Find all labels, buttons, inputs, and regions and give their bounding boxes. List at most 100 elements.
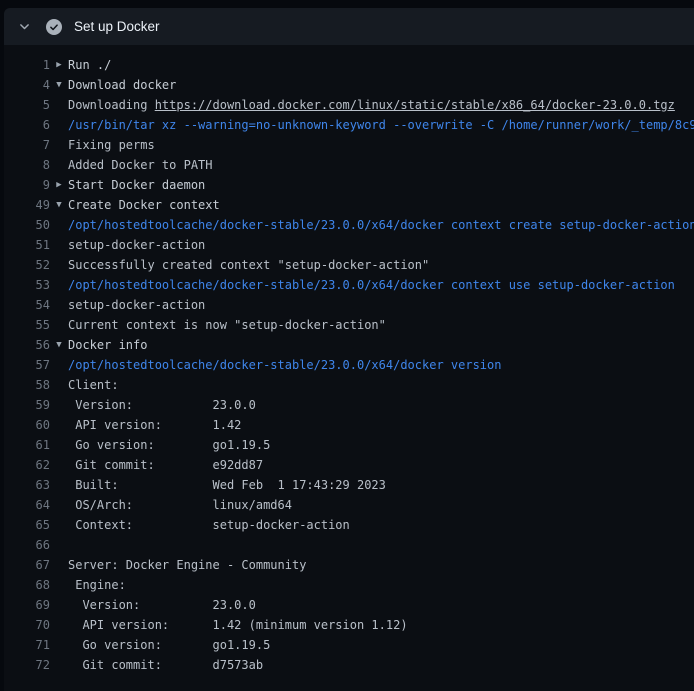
log-group-row[interactable]: 4▼Download docker (4, 75, 694, 95)
log-line: 68 Engine: (4, 575, 694, 595)
disclosure-collapsed-icon[interactable]: ▶ (50, 55, 68, 75)
log-text: Context: setup-docker-action (68, 515, 350, 535)
log-line: 63 Built: Wed Feb 1 17:43:29 2023 (4, 475, 694, 495)
log-area: 1▶Run ./4▼Download docker5Downloading ht… (4, 45, 694, 691)
gutter-spacer (50, 595, 68, 615)
line-number[interactable]: 60 (4, 415, 50, 435)
gutter-spacer (50, 435, 68, 455)
line-number[interactable]: 50 (4, 215, 50, 235)
line-number[interactable]: 63 (4, 475, 50, 495)
gutter-spacer (50, 535, 68, 555)
disclosure-collapsed-icon[interactable]: ▶ (50, 175, 68, 195)
log-text: Run ./ (68, 55, 111, 75)
log-text: Built: Wed Feb 1 17:43:29 2023 (68, 475, 386, 495)
log-text: Create Docker context (68, 195, 220, 215)
gutter-spacer (50, 615, 68, 635)
gutter-spacer (50, 415, 68, 435)
gutter-spacer (50, 455, 68, 475)
log-text: Downloading https://download.docker.com/… (68, 95, 675, 115)
log-text: Engine: (68, 575, 126, 595)
line-number[interactable]: 5 (4, 95, 50, 115)
line-number[interactable]: 7 (4, 135, 50, 155)
gutter-spacer (50, 235, 68, 255)
gutter-spacer (50, 355, 68, 375)
disclosure-expanded-icon[interactable]: ▼ (50, 335, 68, 355)
log-text: Version: 23.0.0 (68, 595, 256, 615)
log-text: Added Docker to PATH (68, 155, 213, 175)
line-number[interactable]: 67 (4, 555, 50, 575)
line-number[interactable]: 52 (4, 255, 50, 275)
line-number[interactable]: 55 (4, 315, 50, 335)
line-number[interactable]: 68 (4, 575, 50, 595)
gutter-spacer (50, 515, 68, 535)
step-header[interactable]: Set up Docker (4, 8, 694, 45)
line-number[interactable]: 54 (4, 295, 50, 315)
line-number[interactable]: 70 (4, 615, 50, 635)
gutter-spacer (50, 375, 68, 395)
log-text: API version: 1.42 (68, 415, 241, 435)
log-line: 58 Client: (4, 375, 694, 395)
log-text: Successfully created context "setup-dock… (68, 255, 429, 275)
line-number[interactable]: 51 (4, 235, 50, 255)
disclosure-expanded-icon[interactable]: ▼ (50, 195, 68, 215)
log-line: 57/opt/hostedtoolcache/docker-stable/23.… (4, 355, 694, 375)
line-number[interactable]: 64 (4, 495, 50, 515)
log-line: 70 API version: 1.42 (minimum version 1.… (4, 615, 694, 635)
log-link[interactable]: https://download.docker.com/linux/static… (155, 98, 675, 112)
gutter-spacer (50, 295, 68, 315)
line-number[interactable]: 57 (4, 355, 50, 375)
line-number[interactable]: 72 (4, 655, 50, 675)
log-text: Version: 23.0.0 (68, 395, 256, 415)
line-number[interactable]: 56 (4, 335, 50, 355)
step-container: Set up Docker 1▶Run ./4▼Download docker5… (4, 8, 694, 691)
log-text: Git commit: e92dd87 (68, 455, 263, 475)
line-number[interactable]: 59 (4, 395, 50, 415)
log-text: Server: Docker Engine - Community (68, 555, 306, 575)
log-command-text: /opt/hostedtoolcache/docker-stable/23.0.… (68, 275, 675, 295)
log-text: Client: (68, 375, 119, 395)
log-line: 52 Successfully created context "setup-do… (4, 255, 694, 275)
gutter-spacer (50, 115, 68, 135)
log-text: Git commit: d7573ab (68, 655, 263, 675)
log-group-row[interactable]: 1▶Run ./ (4, 55, 694, 75)
line-number[interactable]: 4 (4, 75, 50, 95)
log-line: 8 Added Docker to PATH (4, 155, 694, 175)
log-line: 60 API version: 1.42 (4, 415, 694, 435)
log-group-row[interactable]: 49▼Create Docker context (4, 195, 694, 215)
log-text: Current context is now "setup-docker-act… (68, 315, 386, 335)
log-line: 51setup-docker-action (4, 235, 694, 255)
disclosure-expanded-icon[interactable]: ▼ (50, 75, 68, 95)
line-number[interactable]: 62 (4, 455, 50, 475)
log-line: 67 Server: Docker Engine - Community (4, 555, 694, 575)
log-command-text: /usr/bin/tar xz --warning=no-unknown-key… (68, 115, 694, 135)
log-line: 69 Version: 23.0.0 (4, 595, 694, 615)
line-number[interactable]: 53 (4, 275, 50, 295)
log-line: 65 Context: setup-docker-action (4, 515, 694, 535)
line-number[interactable]: 66 (4, 535, 50, 555)
line-number[interactable]: 9 (4, 175, 50, 195)
chevron-down-icon[interactable] (16, 20, 32, 33)
log-line: 64 OS/Arch: linux/amd64 (4, 495, 694, 515)
line-number[interactable]: 71 (4, 635, 50, 655)
gutter-spacer (50, 255, 68, 275)
log-line: 7 Fixing perms (4, 135, 694, 155)
log-text: Fixing perms (68, 135, 155, 155)
gutter-spacer (50, 475, 68, 495)
log-text: API version: 1.42 (minimum version 1.12) (68, 615, 408, 635)
log-group-row[interactable]: 9▶Start Docker daemon (4, 175, 694, 195)
line-number[interactable]: 1 (4, 55, 50, 75)
log-text: Downloading (68, 98, 155, 112)
log-line: 55 Current context is now "setup-docker-a… (4, 315, 694, 335)
line-number[interactable]: 6 (4, 115, 50, 135)
log-group-row[interactable]: 56▼Docker info (4, 335, 694, 355)
line-number[interactable]: 49 (4, 195, 50, 215)
line-number[interactable]: 8 (4, 155, 50, 175)
gutter-spacer (50, 635, 68, 655)
log-line: 54setup-docker-action (4, 295, 694, 315)
line-number[interactable]: 65 (4, 515, 50, 535)
line-number[interactable]: 61 (4, 435, 50, 455)
line-number[interactable]: 69 (4, 595, 50, 615)
line-number[interactable]: 58 (4, 375, 50, 395)
log-command-text: /opt/hostedtoolcache/docker-stable/23.0.… (68, 215, 694, 235)
log-text: Download docker (68, 75, 176, 95)
